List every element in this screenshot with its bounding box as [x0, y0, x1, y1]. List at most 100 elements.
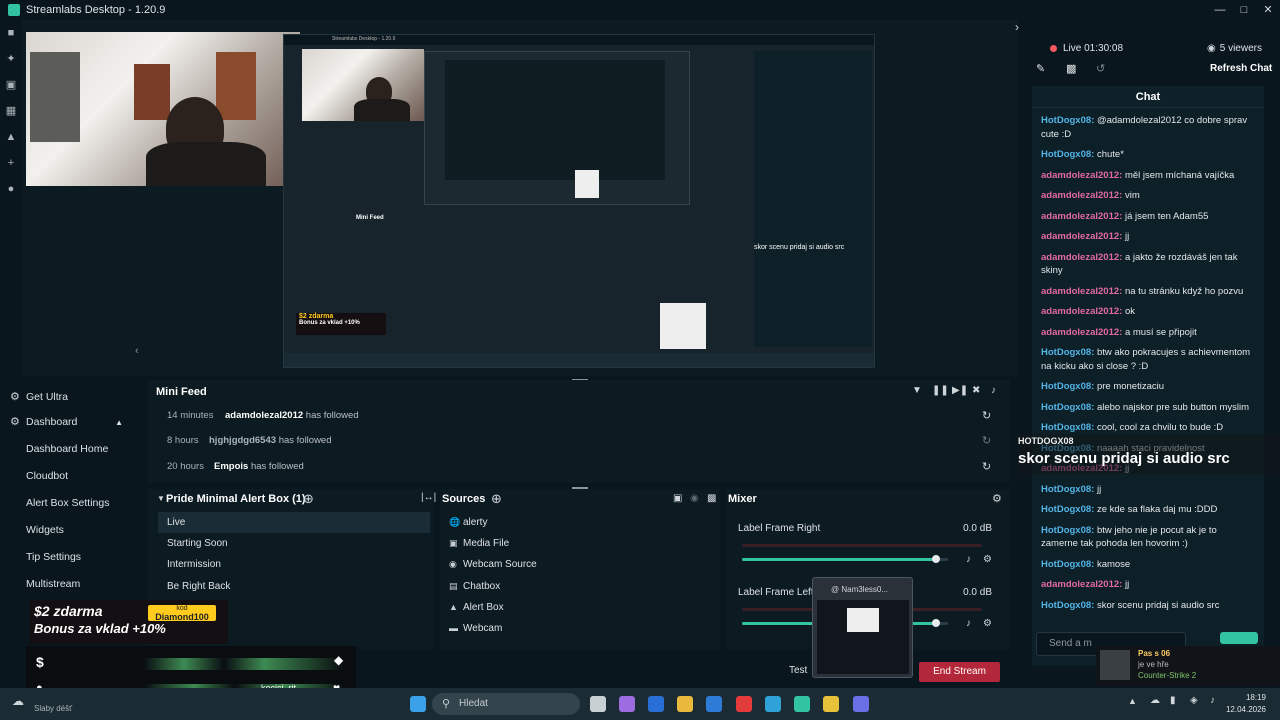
source-item[interactable]: ▤ Chatbox: [446, 576, 710, 597]
volume-slider[interactable]: [742, 555, 948, 563]
chat-username[interactable]: adamdolezal2012:: [1041, 286, 1122, 297]
add-source-icon[interactable]: ⊕: [491, 491, 502, 507]
source-item[interactable]: ▣ Media File: [446, 533, 710, 554]
scene-item[interactable]: Intermission: [158, 554, 430, 575]
store-app-icon[interactable]: [706, 696, 722, 712]
mute-alerts-icon[interactable]: ✖: [972, 385, 980, 396]
chat-username[interactable]: adamdolezal2012:: [1041, 579, 1122, 590]
chat-username[interactable]: adamdolezal2012:: [1041, 252, 1122, 263]
wifi-icon[interactable]: ◈: [1190, 695, 1198, 706]
chat-username[interactable]: adamdolezal2012:: [1041, 211, 1122, 222]
collapse-right-icon[interactable]: ›: [1015, 20, 1019, 34]
speaker-icon[interactable]: ♪: [966, 554, 971, 565]
refresh-chat-button[interactable]: Refresh Chat: [1210, 63, 1272, 74]
scene-item[interactable]: Live: [158, 512, 430, 533]
volume-knob[interactable]: [931, 555, 940, 563]
chat-send-button[interactable]: [1220, 632, 1258, 644]
taskbar-search[interactable]: ⚲ Hledat: [432, 693, 580, 715]
sidebar-item-widgets[interactable]: Widgets: [0, 517, 135, 544]
editor-icon[interactable]: ■: [0, 20, 22, 46]
themes-icon[interactable]: ✦: [0, 46, 22, 72]
sidebar-item-multistream[interactable]: Multistream: [0, 571, 135, 598]
store-icon[interactable]: ▣: [0, 72, 22, 98]
share-icon[interactable]: ↺: [1096, 62, 1105, 75]
chat-username[interactable]: HotDogx08:: [1041, 484, 1094, 495]
replay-icon[interactable]: ↻: [982, 405, 991, 427]
chevron-down-icon[interactable]: ▼: [157, 494, 165, 503]
chat-username[interactable]: adamdolezal2012:: [1041, 170, 1122, 181]
chat-username[interactable]: HotDogx08:: [1041, 402, 1094, 413]
chat-username[interactable]: HotDogx08:: [1041, 422, 1094, 433]
edge-icon[interactable]: [765, 696, 781, 712]
source-item[interactable]: ▲ Alert Box: [446, 597, 710, 618]
channel-settings-icon[interactable]: ⚙: [983, 554, 992, 565]
source-item[interactable]: ◉ Webcam Source: [446, 554, 710, 575]
collapse-width-icon[interactable]: |↔|: [421, 492, 436, 503]
taskbar-thumbnail-preview[interactable]: @ Nam3less0...: [812, 577, 913, 678]
scene-item[interactable]: Starting Soon: [158, 533, 430, 554]
game-notification[interactable]: Pas s 06 je ve hře Counter-Strike 2: [1096, 646, 1280, 686]
chat-username[interactable]: HotDogx08:: [1041, 347, 1094, 358]
record-icon[interactable]: ●: [0, 176, 22, 202]
mixer-settings-icon[interactable]: ⚙: [992, 492, 1002, 505]
chat-username[interactable]: HotDogx08:: [1041, 600, 1094, 611]
chat-username[interactable]: HotDogx08:: [1041, 559, 1094, 570]
channel-settings-icon[interactable]: ⚙: [983, 618, 992, 629]
source-settings-icon[interactable]: ◉: [690, 493, 699, 504]
close-icon[interactable]: ✕: [1256, 0, 1280, 20]
source-item[interactable]: 🌐 alerty: [446, 512, 710, 533]
speaker-icon[interactable]: ♪: [966, 618, 971, 629]
chat-username[interactable]: HotDogx08:: [1041, 115, 1094, 126]
maximize-icon[interactable]: □: [1232, 0, 1256, 20]
chat-username[interactable]: HotDogx08:: [1041, 504, 1094, 515]
add-scene-icon[interactable]: ⊕: [303, 491, 314, 507]
highlighter-icon[interactable]: ▲: [0, 124, 22, 150]
pen-app-icon[interactable]: [823, 696, 839, 712]
filter-icon[interactable]: ▼: [912, 385, 922, 396]
chat-username[interactable]: adamdolezal2012:: [1041, 306, 1122, 317]
chat-username[interactable]: HotDogx08:: [1041, 381, 1094, 392]
minimize-icon[interactable]: —: [1208, 0, 1232, 20]
mic-icon[interactable]: ▮: [1170, 695, 1176, 706]
scene-item[interactable]: Be Right Back: [158, 576, 430, 597]
skip-icon[interactable]: ▶❚: [952, 385, 968, 396]
youtube-icon[interactable]: [736, 696, 752, 712]
network-icon[interactable]: ☁: [1150, 695, 1160, 706]
discord-icon[interactable]: [853, 696, 869, 712]
sidebar-item-alert-box-settings[interactable]: Alert Box Settings: [0, 490, 135, 517]
dashboard-toggle[interactable]: ⚙ Dashboard ▲: [0, 409, 135, 436]
chat-username[interactable]: adamdolezal2012:: [1041, 190, 1122, 201]
file-explorer-icon[interactable]: [677, 696, 693, 712]
chat-username[interactable]: HotDogx08:: [1041, 525, 1094, 536]
copilot-icon[interactable]: [619, 696, 635, 712]
chat-username[interactable]: adamdolezal2012:: [1041, 231, 1122, 242]
test-button[interactable]: Test: [789, 665, 807, 676]
start-icon[interactable]: [410, 696, 426, 712]
end-stream-button[interactable]: End Stream: [919, 662, 1000, 682]
source-group-icon[interactable]: ▣: [673, 493, 682, 504]
streamlabs-icon[interactable]: [794, 696, 810, 712]
chat-username[interactable]: adamdolezal2012:: [1041, 327, 1122, 338]
source-item[interactable]: ▬ Webcam: [446, 618, 710, 639]
task-view-icon[interactable]: [590, 696, 606, 712]
sidebar-item-dashboard-home[interactable]: Dashboard Home: [0, 436, 135, 463]
plus-icon[interactable]: +: [0, 150, 22, 176]
pencil-icon[interactable]: ✎: [1036, 62, 1045, 75]
volume-knob[interactable]: [931, 619, 940, 627]
collapse-left-icon[interactable]: ‹: [135, 345, 139, 357]
chat-username[interactable]: HotDogx08:: [1041, 149, 1094, 160]
sidebar-item-tip-settings[interactable]: Tip Settings: [0, 544, 135, 571]
sidebar-item-cloudbot[interactable]: Cloudbot: [0, 463, 135, 490]
pause-icon[interactable]: ❚❚: [932, 385, 949, 396]
outlook-icon[interactable]: [648, 696, 664, 712]
replay-icon[interactable]: ↻: [982, 456, 991, 478]
apps-icon[interactable]: ▦: [0, 98, 22, 124]
sound-icon[interactable]: ♪: [1210, 695, 1215, 706]
volume-icon[interactable]: ♪: [991, 385, 996, 396]
popout-icon[interactable]: ▩: [1066, 62, 1076, 75]
clock[interactable]: 18:19 12.04.2026: [1226, 692, 1266, 716]
replay-icon[interactable]: ↻: [982, 430, 991, 452]
tray-chevron-icon[interactable]: ▲: [1128, 696, 1137, 706]
source-folder-icon[interactable]: ▩: [707, 493, 716, 504]
get-ultra-link[interactable]: ⚙ Get Ultra: [0, 384, 135, 411]
